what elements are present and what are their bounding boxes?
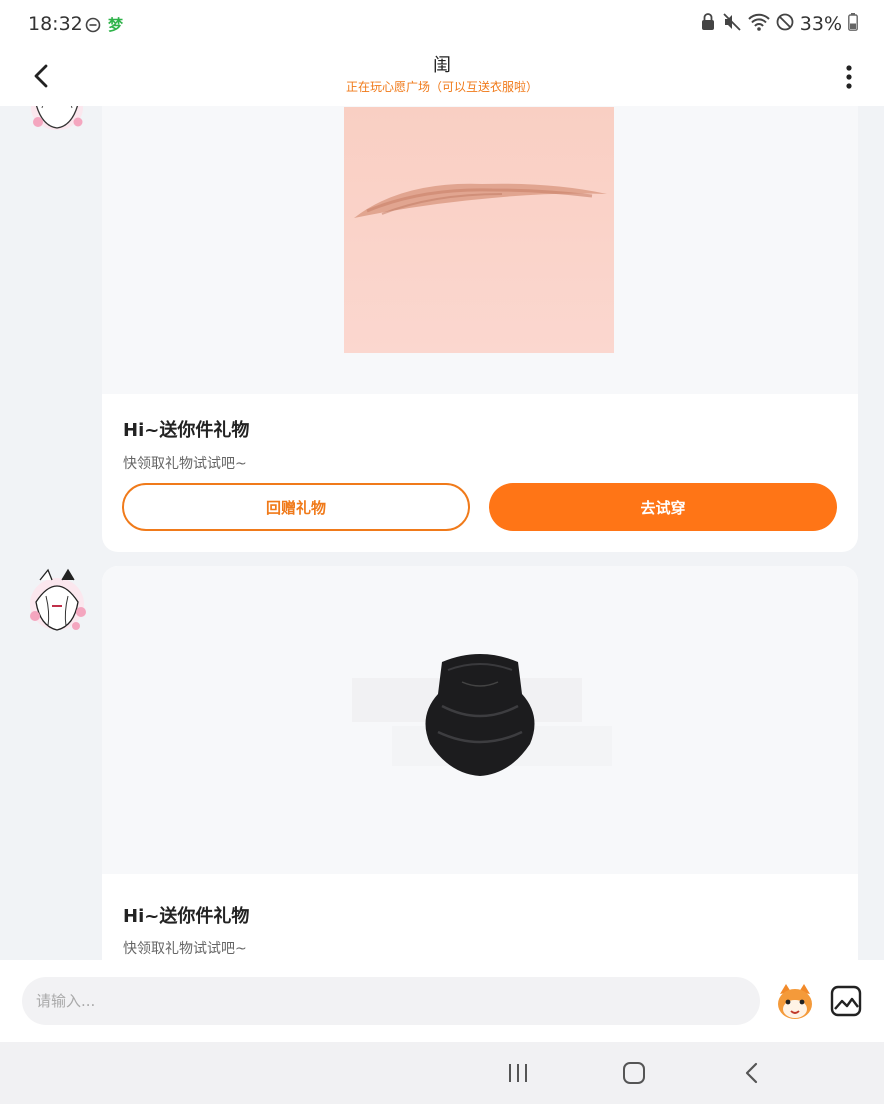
sender-avatar[interactable]	[26, 566, 88, 636]
sender-avatar[interactable]	[26, 106, 88, 134]
mascot-sticker-icon	[778, 984, 812, 1019]
chat-subtitle: 正在玩心愿广场（可以互送衣服啦）	[345, 80, 538, 94]
gift-description: 快领取礼物试试吧~	[123, 456, 247, 472]
image-icon	[830, 985, 862, 1017]
status-time: 18:32	[28, 13, 83, 35]
lock-icon	[700, 12, 716, 36]
anime-character-avatar-icon	[30, 568, 86, 631]
anime-character-avatar-icon	[31, 106, 83, 130]
black-neck-gaiter-gift-image	[352, 654, 612, 776]
return-gift-button[interactable]: 回赠礼物	[122, 483, 470, 531]
gift-image-area[interactable]	[102, 566, 858, 874]
home-icon	[623, 1062, 645, 1084]
more-vertical-icon	[846, 65, 852, 89]
chat-message-list[interactable]: Hi~送你件礼物 快领取礼物试试吧~ 回赠礼物 去试穿 Hi~送你件礼物 快领取…	[0, 106, 884, 960]
home-button[interactable]	[620, 1059, 648, 1087]
chevron-left-icon	[745, 1062, 758, 1084]
gift-message-card: Hi~送你件礼物 快领取礼物试试吧~ 回赠礼物 去试穿	[102, 106, 858, 552]
chat-title: 闺	[433, 55, 451, 76]
more-options-button[interactable]	[834, 62, 864, 92]
app-notification-badge: 梦	[108, 16, 124, 34]
chat-header: 闺 正在玩心愿广场（可以互送衣服啦）	[0, 48, 884, 106]
image-upload-button[interactable]	[829, 984, 863, 1018]
recent-apps-button[interactable]	[504, 1060, 532, 1086]
gift-image-area[interactable]	[102, 106, 858, 394]
battery-percent: 33%	[799, 13, 842, 35]
mute-icon	[722, 12, 742, 36]
gift-message-card: Hi~送你件礼物 快领取礼物试试吧~	[102, 566, 858, 960]
gift-title: Hi~送你件礼物	[123, 906, 250, 927]
eyebrow-gift-image	[344, 107, 614, 353]
system-back-button[interactable]	[738, 1059, 766, 1087]
battery-icon	[848, 13, 858, 35]
wifi-icon	[748, 12, 770, 36]
status-bar: 18:32 梦 33%	[0, 0, 884, 48]
recents-icon	[509, 1064, 527, 1082]
no-signal-icon	[776, 13, 794, 35]
message-input-bar	[0, 960, 884, 1042]
do-not-disturb-icon	[85, 17, 101, 37]
gift-title: Hi~送你件礼物	[123, 420, 250, 441]
system-navigation-bar	[0, 1042, 884, 1104]
gift-description: 快领取礼物试试吧~	[123, 941, 247, 957]
status-right-group: 33%	[700, 12, 858, 36]
emoji-button[interactable]	[774, 980, 816, 1022]
message-input[interactable]	[22, 977, 760, 1025]
title-group: 闺 正在玩心愿广场（可以互送衣服啦）	[0, 54, 884, 96]
try-on-button[interactable]: 去试穿	[489, 483, 837, 531]
